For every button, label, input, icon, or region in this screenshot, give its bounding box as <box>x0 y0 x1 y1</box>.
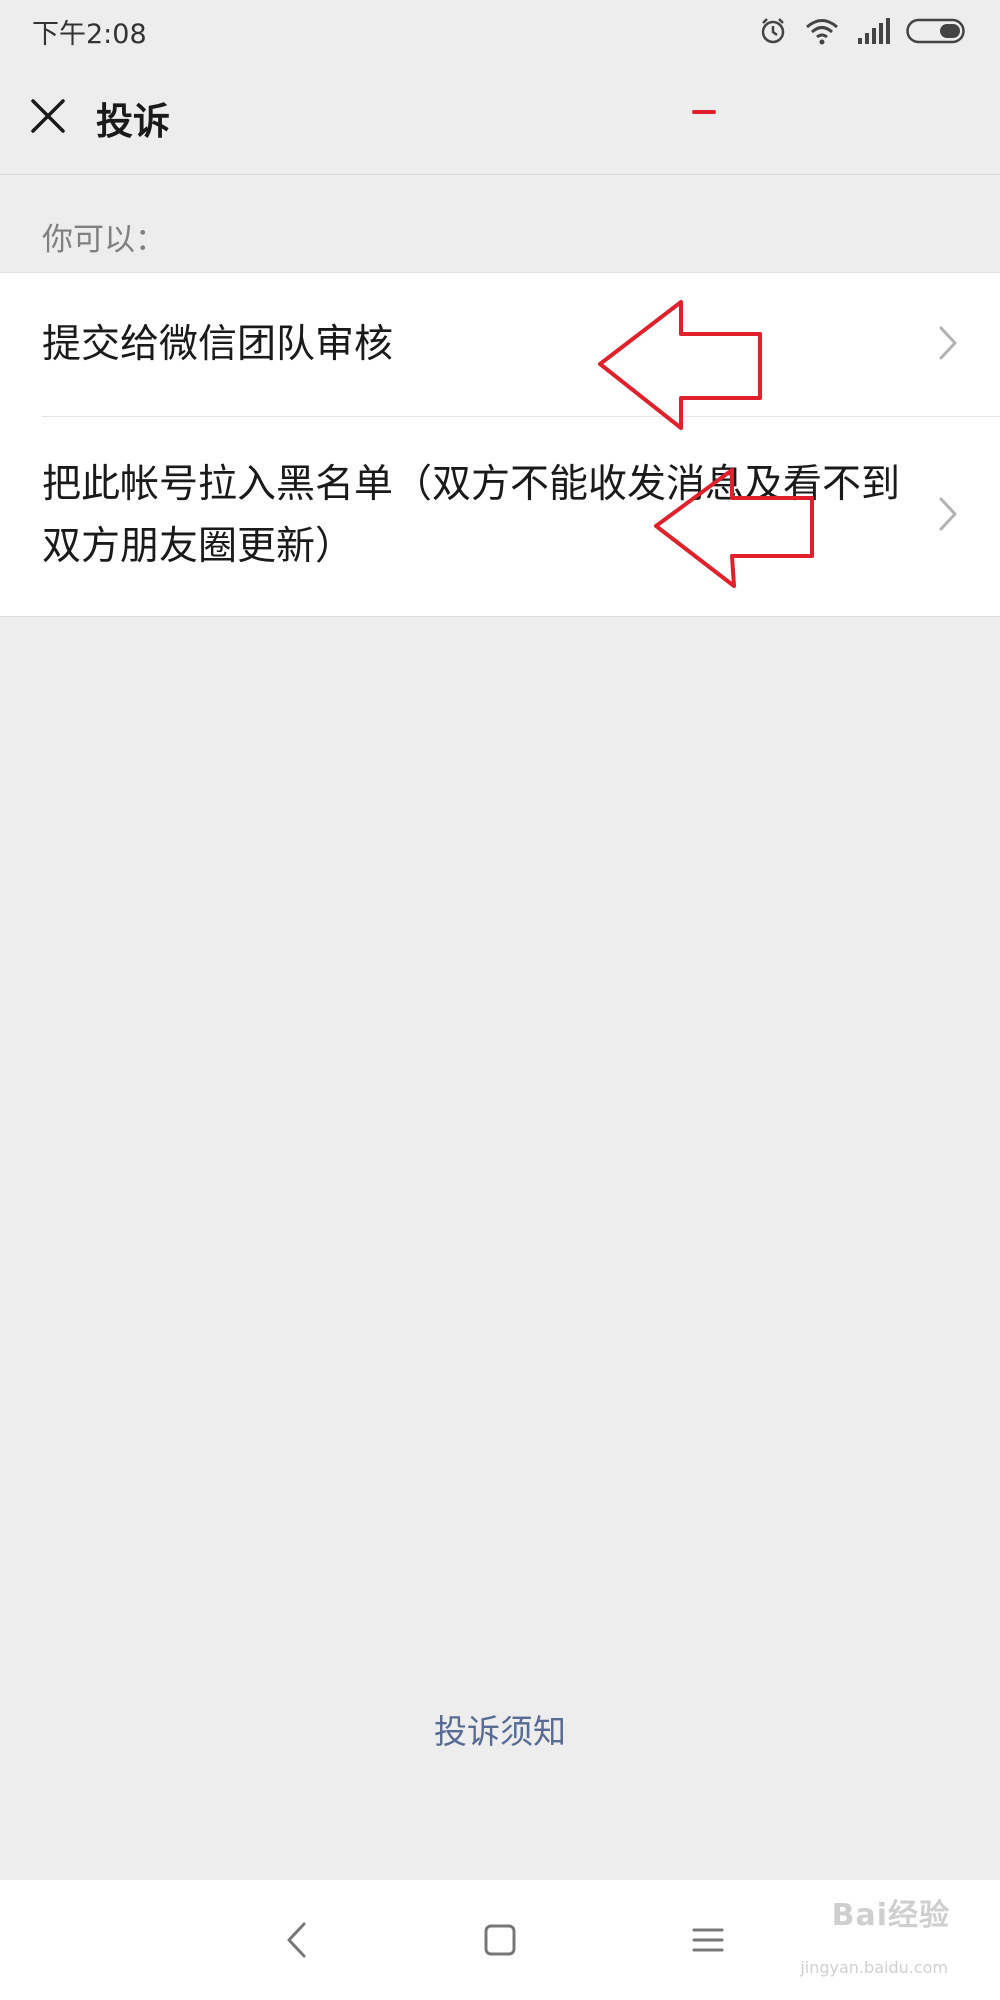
watermark-logo: Bai经验 <box>831 1898 950 1933</box>
chevron-right-icon <box>938 496 958 536</box>
status-bar: 下午2:08 <box>0 0 1000 62</box>
wifi-icon <box>804 16 840 46</box>
section-label: 你可以： <box>42 222 166 258</box>
home-icon[interactable] <box>470 1910 530 1970</box>
battery-icon <box>906 18 968 44</box>
nav-bar: 投诉 <box>0 62 1000 175</box>
option-label: 把此帐号拉入黑名单（双方不能收发消息及看不到双方朋友圈更新） <box>42 462 901 569</box>
close-icon <box>30 98 66 138</box>
chevron-right-icon <box>938 325 958 365</box>
option-label: 提交给微信团队审核 <box>42 321 394 367</box>
menu-icon[interactable] <box>678 1910 738 1970</box>
back-icon[interactable] <box>266 1910 326 1970</box>
notice-link[interactable]: 投诉须知 <box>0 1705 1000 1753</box>
status-icons <box>758 16 968 46</box>
option-blacklist[interactable]: 把此帐号拉入黑名单（双方不能收发消息及看不到双方朋友圈更新） <box>0 416 1000 616</box>
page-title: 投诉 <box>96 100 170 143</box>
option-submit-review[interactable]: 提交给微信团队审核 <box>0 273 1000 416</box>
status-time: 下午2:08 <box>32 18 147 50</box>
watermark-url: jingyan.baidu.com <box>800 1958 948 1977</box>
alarm-icon <box>758 16 788 46</box>
options-list: 提交给微信团队审核 把此帐号拉入黑名单（双方不能收发消息及看不到双方朋友圈更新） <box>0 272 1000 617</box>
close-button[interactable] <box>0 70 96 166</box>
signal-icon <box>856 18 890 44</box>
